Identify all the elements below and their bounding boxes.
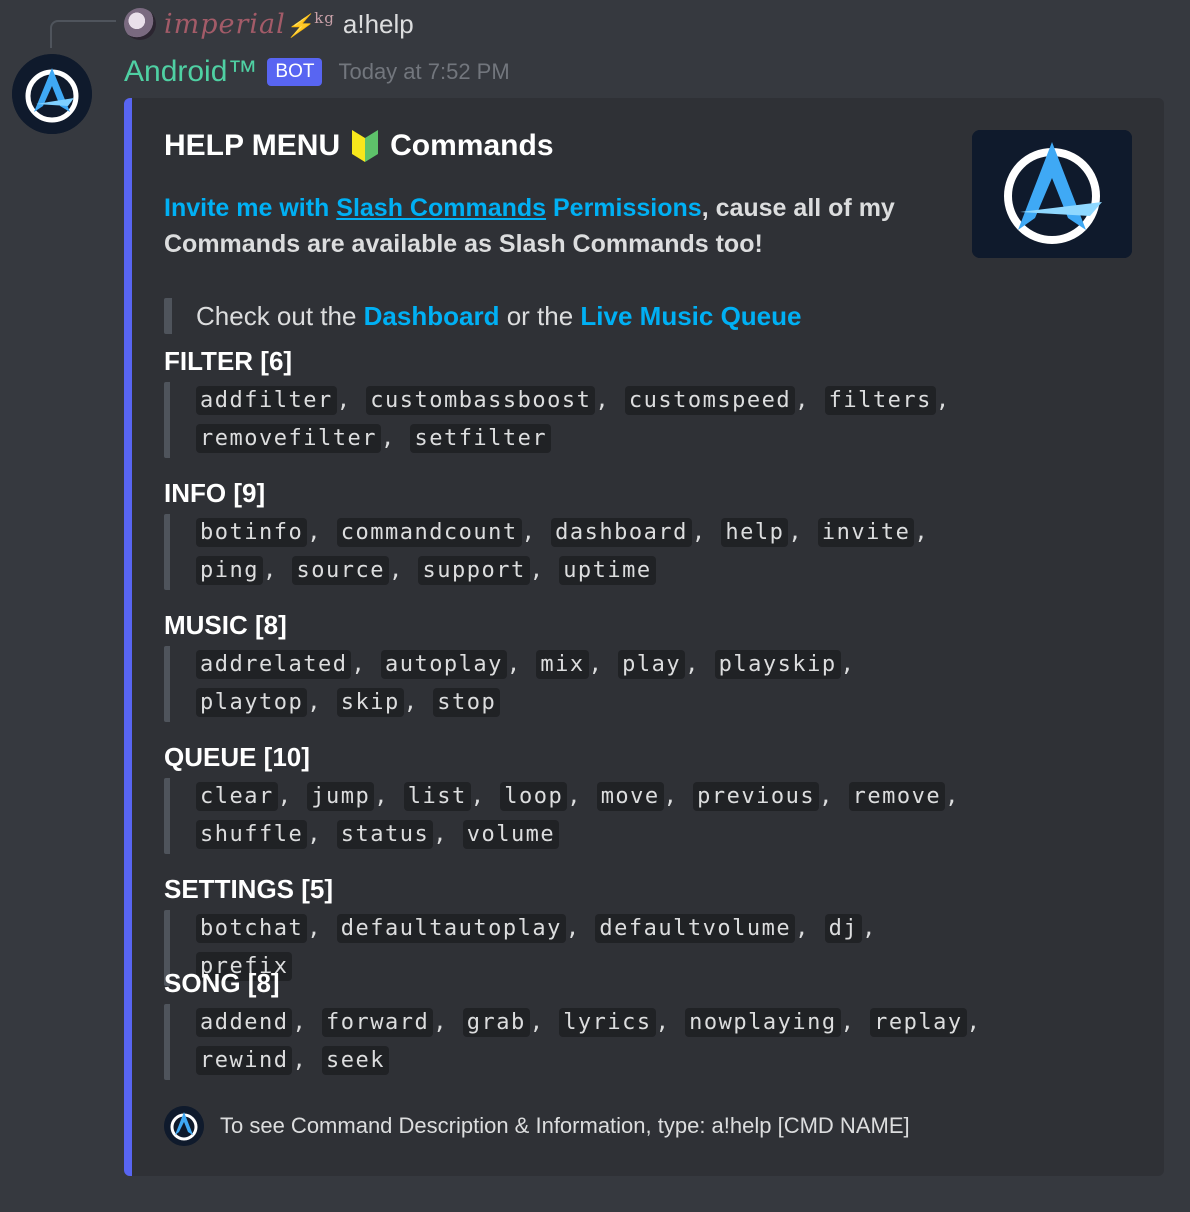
command-code: filters xyxy=(824,386,936,415)
command-code: list xyxy=(403,782,471,811)
embed-thumbnail[interactable] xyxy=(972,130,1132,258)
command-code: support xyxy=(418,556,530,585)
lightning-icon: ⚡ xyxy=(285,13,315,39)
command-code: uptime xyxy=(559,556,656,585)
command-code: forward xyxy=(321,1008,434,1037)
embed-footer: To see Command Description & Information… xyxy=(164,1106,910,1146)
avatar[interactable] xyxy=(12,54,92,134)
command-code: mix xyxy=(536,650,589,679)
command-code: source xyxy=(292,556,389,585)
field-name: SONG [8] xyxy=(164,968,280,998)
command-code: remove xyxy=(848,782,946,811)
command-code: playskip xyxy=(714,650,841,679)
field-name: MUSIC [8] xyxy=(164,610,287,640)
command-code: removefilter xyxy=(196,424,381,453)
command-code: customspeed xyxy=(624,386,796,415)
bot-tag: BOT xyxy=(267,58,323,86)
reply-username[interactable]: imperial⚡kg xyxy=(164,9,335,40)
command-code: playtop xyxy=(196,688,308,717)
command-code: loop xyxy=(500,782,568,811)
command-code: status xyxy=(336,820,434,849)
command-code: play xyxy=(618,650,686,679)
command-code: grab xyxy=(462,1008,530,1037)
field-name: FILTER [6] xyxy=(164,346,293,376)
command-code: ping xyxy=(196,556,263,585)
field-name: INFO [9] xyxy=(164,478,266,508)
embed-field: QUEUE [10] clear, jump, list, loop, move,… xyxy=(164,742,984,854)
command-code: rewind xyxy=(196,1046,293,1075)
command-code: defaultautoplay xyxy=(336,914,566,943)
command-code: botinfo xyxy=(196,518,308,547)
command-code: dashboard xyxy=(551,518,692,547)
beginner-badge-icon xyxy=(352,130,379,162)
command-code: nowplaying xyxy=(685,1008,841,1037)
field-value: addfilter, custombassboost, customspeed,… xyxy=(164,382,984,458)
timestamp[interactable]: Today at 7:52 PM xyxy=(338,59,509,85)
command-code: shuffle xyxy=(196,820,308,849)
reply-avatar[interactable] xyxy=(124,8,156,40)
field-name: SETTINGS [5] xyxy=(164,874,334,904)
username[interactable]: Android™ xyxy=(124,55,257,89)
embed: HELP MENU Commands Invite me with Slash … xyxy=(124,98,1164,1176)
embed-field: MUSIC [8] addrelated, autoplay, mix, play… xyxy=(164,610,984,722)
reply-preview[interactable]: imperial⚡kg a!help xyxy=(124,6,414,42)
command-code: skip xyxy=(336,688,404,717)
dashboard-link[interactable]: Dashboard xyxy=(364,301,500,331)
command-code: commandcount xyxy=(336,518,522,547)
embed-field: SONG [8] addend, forward, grab, lyrics, n… xyxy=(164,968,984,1080)
music-queue-link[interactable]: Live Music Queue xyxy=(580,301,801,331)
field-value: addrelated, autoplay, mix, play, playski… xyxy=(164,646,984,722)
embed-description: Invite me with Slash Commands Permission… xyxy=(164,194,895,258)
command-code: move xyxy=(596,782,664,811)
field-value: addend, forward, grab, lyrics, nowplayin… xyxy=(164,1004,984,1080)
message-header: Android™ BOT Today at 7:52 PM xyxy=(124,52,510,92)
command-code: addrelated xyxy=(196,650,352,679)
command-code: custombassboost xyxy=(366,386,596,415)
command-code: invite xyxy=(817,518,915,547)
dashboard-quote: Check out the Dashboard or the Live Musi… xyxy=(164,298,801,334)
embed-title-left: HELP MENU xyxy=(164,129,341,162)
command-code: jump xyxy=(307,782,375,811)
command-code: addfilter xyxy=(196,386,337,415)
command-code: replay xyxy=(870,1008,967,1037)
field-value: clear, jump, list, loop, move, previous,… xyxy=(164,778,984,854)
command-code: help xyxy=(721,518,789,547)
footer-text: To see Command Description & Information… xyxy=(220,1113,910,1138)
command-code: clear xyxy=(196,782,278,811)
command-code: previous xyxy=(693,782,820,811)
invite-link[interactable]: Invite me with Slash Commands Permission… xyxy=(164,194,702,222)
embed-field: INFO [9] botinfo, commandcount, dashboard… xyxy=(164,478,984,590)
bot-logo-icon xyxy=(12,54,92,134)
embed-field: FILTER [6] addfilter, custombassboost, cu… xyxy=(164,346,984,458)
command-code: autoplay xyxy=(380,650,507,679)
command-code: defaultvolume xyxy=(595,914,796,943)
footer-icon xyxy=(164,1106,204,1146)
reply-text[interactable]: a!help xyxy=(343,9,414,40)
command-code: botchat xyxy=(196,914,308,943)
field-name: QUEUE [10] xyxy=(164,742,310,772)
embed-title: HELP MENU Commands xyxy=(164,128,554,164)
bot-logo-icon xyxy=(164,1106,204,1146)
field-value: botinfo, commandcount, dashboard, help, … xyxy=(164,514,984,590)
command-code: dj xyxy=(824,914,863,943)
bot-logo-icon xyxy=(972,130,1132,258)
command-code: lyrics xyxy=(559,1008,656,1037)
command-code: volume xyxy=(462,820,560,849)
command-code: setfilter xyxy=(410,424,552,453)
embed-title-right: Commands xyxy=(390,129,554,162)
command-code: addend xyxy=(196,1008,293,1037)
command-code: stop xyxy=(433,688,501,717)
command-code: seek xyxy=(321,1046,389,1075)
reply-connector xyxy=(50,20,116,48)
